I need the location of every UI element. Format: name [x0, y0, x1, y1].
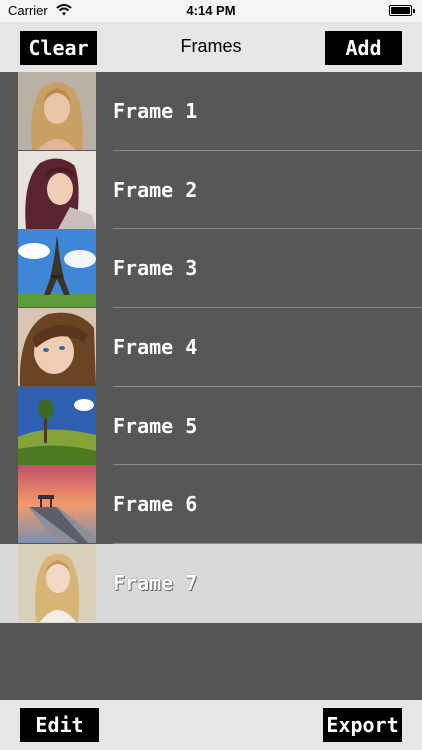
- export-button[interactable]: Export: [323, 708, 402, 742]
- status-time: 4:14 PM: [186, 3, 236, 18]
- frame-thumbnail: [18, 72, 96, 150]
- frame-label: Frame 6: [113, 492, 198, 517]
- list-item[interactable]: Frame 3: [0, 229, 422, 309]
- frame-label: Frame 5: [113, 413, 198, 438]
- frame-thumbnail: [18, 308, 96, 387]
- frame-label: Frame 7: [113, 571, 198, 596]
- frame-thumbnail: [18, 465, 96, 544]
- frame-label: Frame 3: [113, 256, 198, 281]
- frame-label: Frame 2: [113, 177, 198, 202]
- list-item[interactable]: Frame 2: [0, 150, 422, 230]
- nav-bar: Clear Frames Add: [0, 22, 422, 72]
- list-item[interactable]: Frame 1: [0, 72, 422, 151]
- frame-thumbnail: [18, 386, 96, 465]
- frame-thumbnail: [18, 150, 96, 229]
- bottom-toolbar: Edit Export: [0, 700, 422, 750]
- status-bar: Carrier 4:14 PM: [0, 0, 422, 22]
- frame-thumbnail: [18, 229, 96, 308]
- frame-label: Frame 1: [113, 99, 198, 123]
- list-item-selected[interactable]: Frame 7: [0, 544, 422, 623]
- add-button[interactable]: Add: [325, 31, 402, 65]
- frame-thumbnail: [18, 544, 96, 623]
- battery-icon: [389, 5, 415, 16]
- list-item[interactable]: Frame 4: [0, 308, 422, 387]
- list-item[interactable]: Frame 6: [0, 465, 422, 545]
- frames-list: Frame 1 Frame 2 Frame 3 Frame 4 Frame 5 …: [0, 72, 422, 623]
- frame-label: Frame 4: [113, 335, 198, 360]
- list-item[interactable]: Frame 5: [0, 386, 422, 466]
- edit-button[interactable]: Edit: [20, 708, 99, 742]
